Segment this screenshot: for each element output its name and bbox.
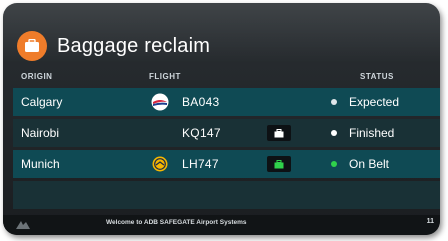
footer-ticker-bar: Welcome to ADB SAFEGATE Airport Systems … [3,215,440,235]
suitcase-badge [17,31,47,61]
suitcase-icon [267,156,291,172]
origin-cell: Munich [21,157,60,171]
status-dot [331,130,337,136]
origin-cell: Calgary [21,95,63,109]
logo-icon [15,218,31,230]
airline-logo-icon [150,150,170,178]
header: Baggage reclaim [17,26,210,66]
status-dot [331,161,337,167]
ticker-text: Welcome to ADB SAFEGATE Airport Systems [106,219,247,226]
suitcase-icon [267,125,291,141]
flight-row: Nairobi KQ147 Finished [13,119,440,147]
flight-number: BA043 [182,95,220,109]
empty-row [13,181,440,209]
column-header-status: STATUS [360,72,394,81]
flight-row: Calgary BA043 Expected [13,88,440,116]
baggage-display: Baggage reclaim ORIGIN FLIGHT STATUS Cal… [3,3,440,235]
column-header-flight: FLIGHT [149,72,181,81]
status-text: On Belt [349,157,390,171]
flight-row: Munich LH747 On Belt [13,150,440,178]
flight-number: LH747 [182,157,219,171]
flight-number: KQ147 [182,126,221,140]
status-dot [331,99,337,105]
origin-cell: Nairobi [21,126,60,140]
page-title: Baggage reclaim [57,34,211,57]
airline-logo-icon [150,88,170,116]
clock-text: 11 [426,218,434,225]
status-text: Finished [349,126,395,140]
column-header-origin: ORIGIN [21,72,53,81]
suitcase-icon [25,39,39,52]
status-text: Expected [349,95,400,109]
